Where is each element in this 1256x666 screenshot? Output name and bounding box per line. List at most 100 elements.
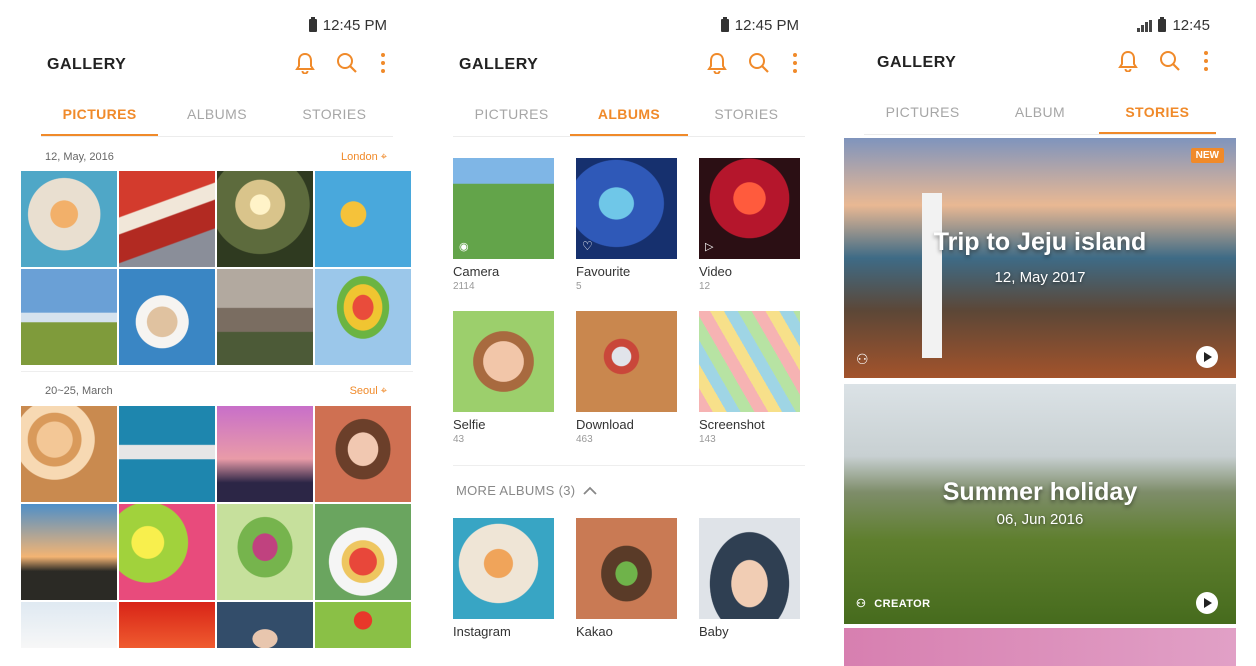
photo-red-abstract[interactable] bbox=[119, 602, 215, 648]
play-button[interactable] bbox=[1196, 346, 1218, 368]
album-kakao[interactable]: Kakao bbox=[576, 518, 677, 666]
photo-bunting[interactable] bbox=[119, 406, 215, 502]
album-baby[interactable]: Baby bbox=[699, 518, 800, 666]
tab-stories[interactable]: STORIES bbox=[276, 96, 393, 136]
search-icon[interactable] bbox=[336, 52, 358, 74]
tab-albums[interactable]: ALBUMS bbox=[158, 96, 275, 136]
album-name: Instagram bbox=[453, 624, 511, 639]
search-icon[interactable] bbox=[748, 52, 770, 74]
story-card[interactable]: NEW Trip to Jeju island 12, May 2017 ⚇ bbox=[844, 138, 1236, 378]
app-title: GALLERY bbox=[877, 54, 957, 71]
story-title: Summer holiday bbox=[942, 478, 1138, 506]
more-albums-toggle[interactable]: MORE ALBUMS (3) bbox=[456, 483, 597, 498]
photo-rubber-duck[interactable] bbox=[315, 171, 411, 267]
photo-london-bus[interactable] bbox=[119, 171, 215, 267]
app-bar: GALLERY bbox=[844, 50, 1236, 80]
album-grid: ◉ Camera 2114 ♡ Favourite 5 ▷ Video 12 S… bbox=[453, 158, 805, 464]
album-name: Favourite bbox=[576, 264, 631, 279]
tab-albums[interactable]: ALBUMS bbox=[570, 96, 688, 136]
group-header: 12, May, 2016 London ⌖ bbox=[45, 151, 387, 164]
photo-girl-portrait[interactable] bbox=[315, 406, 411, 502]
bell-icon[interactable] bbox=[295, 52, 315, 74]
more-album-grid: Instagram Kakao Baby bbox=[453, 518, 805, 666]
group-location[interactable]: London ⌖ bbox=[341, 151, 387, 164]
photo-mountains[interactable] bbox=[217, 269, 313, 365]
location-pin-icon: ⌖ bbox=[380, 385, 387, 397]
more-albums-label: MORE ALBUMS (3) bbox=[456, 483, 576, 498]
album-video[interactable]: ▷ Video 12 bbox=[699, 158, 800, 311]
status-time: 12:45 PM bbox=[322, 17, 387, 34]
story-card[interactable]: Summer holiday 06, Jun 2016 ⚇ CREATOR bbox=[844, 384, 1236, 624]
photo-runner-sunset[interactable] bbox=[217, 171, 313, 267]
battery-icon bbox=[720, 17, 729, 32]
photo-christmas-gift[interactable] bbox=[315, 504, 411, 600]
creator-icon: ⚇ bbox=[856, 598, 867, 610]
new-badge: NEW bbox=[1190, 148, 1224, 163]
tab-album[interactable]: ALBUM bbox=[981, 94, 1098, 134]
battery-icon bbox=[308, 17, 317, 32]
play-icon: ▷ bbox=[705, 241, 714, 253]
search-icon[interactable] bbox=[1159, 50, 1181, 72]
tab-stories[interactable]: STORIES bbox=[688, 96, 805, 136]
group-date: 20~25, March bbox=[45, 385, 113, 397]
more-vert-icon[interactable] bbox=[379, 52, 387, 74]
play-button[interactable] bbox=[1196, 592, 1218, 614]
photo-baby-hat[interactable] bbox=[217, 602, 313, 648]
photo-tulips[interactable] bbox=[217, 504, 313, 600]
photo-macarons[interactable] bbox=[21, 171, 117, 267]
stories-screen: 12:45 GALLERY PICTURES ALBUM STORIES NEW… bbox=[844, 0, 1236, 666]
app-title: GALLERY bbox=[459, 56, 539, 73]
photo-windmill[interactable] bbox=[21, 504, 117, 600]
album-name: Screenshot bbox=[699, 417, 765, 432]
story-title: Trip to Jeju island bbox=[933, 228, 1147, 256]
more-vert-icon[interactable] bbox=[791, 52, 799, 74]
photo-coffee[interactable] bbox=[119, 269, 215, 365]
group-header: 20~25, March Seoul ⌖ bbox=[45, 385, 387, 398]
status-time: 12:45 bbox=[1172, 17, 1210, 34]
album-name: Camera bbox=[453, 264, 500, 279]
album-camera[interactable]: ◉ Camera 2114 bbox=[453, 158, 554, 311]
story-card-peek[interactable] bbox=[844, 628, 1236, 666]
camera-icon: ◉ bbox=[459, 241, 469, 253]
bell-icon[interactable] bbox=[1118, 50, 1138, 72]
app-bar: GALLERY bbox=[433, 52, 825, 82]
photo-balloon[interactable] bbox=[315, 269, 411, 365]
story-date: 12, May 2017 bbox=[994, 269, 1086, 286]
story-date: 06, Jun 2016 bbox=[996, 511, 1084, 528]
chevron-up-icon bbox=[583, 486, 597, 495]
albums-screen: 12:45 PM GALLERY PICTURES ALBUMS STORIES… bbox=[433, 0, 825, 666]
creator-label: ⚇ CREATOR bbox=[856, 597, 931, 611]
album-favourite[interactable]: ♡ Favourite 5 bbox=[576, 158, 677, 311]
location-pin-icon: ⌖ bbox=[380, 151, 387, 163]
tab-pictures[interactable]: PICTURES bbox=[453, 96, 570, 136]
app-title: GALLERY bbox=[47, 56, 127, 73]
tab-stories[interactable]: STORIES bbox=[1098, 94, 1216, 134]
album-selfie[interactable]: Selfie 43 bbox=[453, 311, 554, 464]
album-count: 12 bbox=[699, 281, 711, 292]
group-location[interactable]: Seoul ⌖ bbox=[350, 385, 387, 398]
status-time: 12:45 PM bbox=[734, 17, 799, 34]
tab-pictures[interactable]: PICTURES bbox=[41, 96, 159, 136]
photo-cookies[interactable] bbox=[21, 406, 117, 502]
tab-pictures[interactable]: PICTURES bbox=[864, 94, 981, 134]
battery-icon bbox=[1158, 17, 1167, 32]
more-vert-icon[interactable] bbox=[1202, 50, 1210, 72]
album-name: Video bbox=[699, 264, 733, 279]
photo-field[interactable] bbox=[21, 269, 117, 365]
album-download[interactable]: Download 463 bbox=[576, 311, 677, 464]
album-screenshot[interactable]: Screenshot 143 bbox=[699, 311, 800, 464]
photo-snow[interactable] bbox=[21, 602, 117, 648]
album-instagram[interactable]: Instagram bbox=[453, 518, 554, 666]
tab-bar: PICTURES ALBUMS STORIES bbox=[453, 96, 805, 137]
photo-grass-light[interactable] bbox=[119, 504, 215, 600]
photo-grid bbox=[21, 406, 413, 666]
photo-ladybug[interactable] bbox=[315, 602, 411, 648]
status-bar: 12:45 PM bbox=[720, 17, 799, 34]
photo-grid bbox=[21, 171, 413, 365]
photo-yoga-dusk[interactable] bbox=[217, 406, 313, 502]
album-count: 5 bbox=[576, 281, 582, 292]
album-name: Baby bbox=[699, 624, 729, 639]
album-count: 463 bbox=[576, 434, 593, 445]
bell-icon[interactable] bbox=[707, 52, 727, 74]
people-icon: ⚇ bbox=[856, 351, 869, 367]
